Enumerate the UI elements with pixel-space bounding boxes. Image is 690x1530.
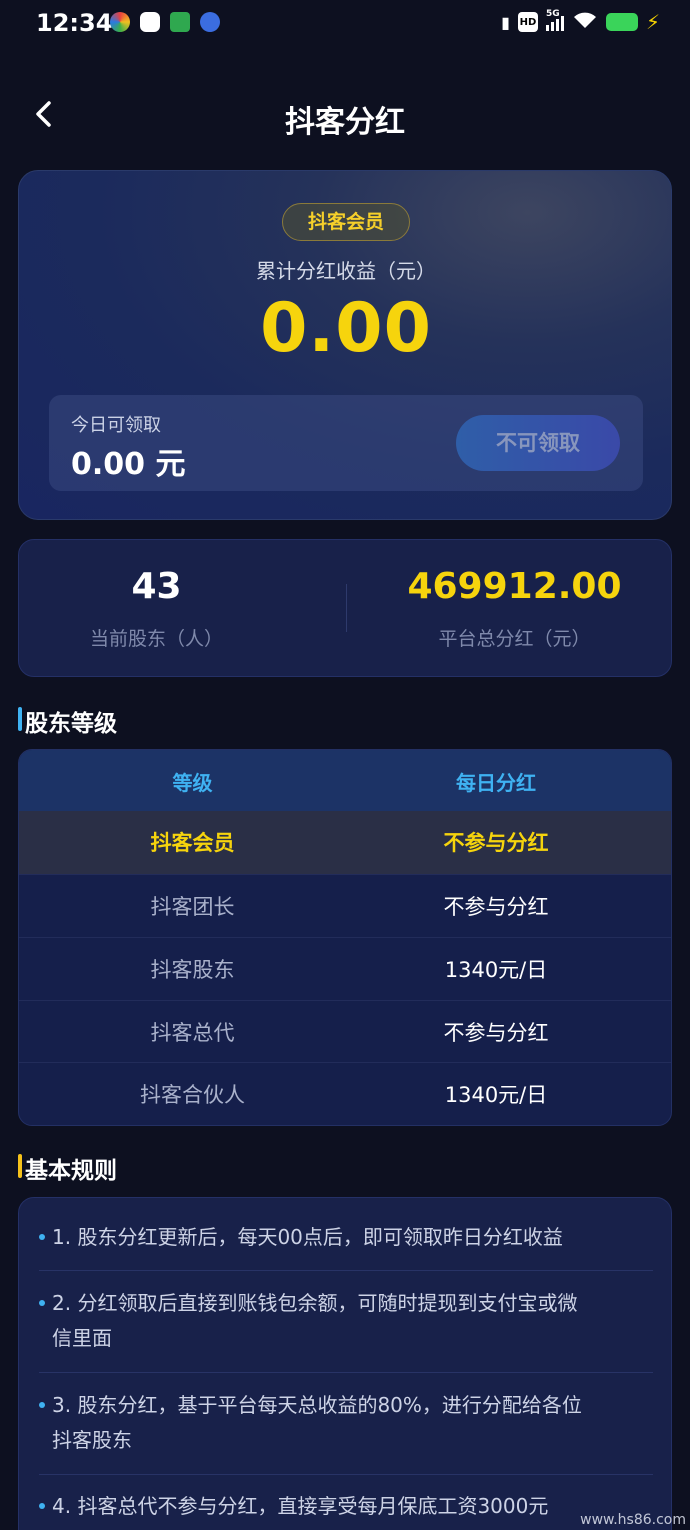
- level-name: 抖客总代: [150, 1021, 235, 1045]
- rule-divider: [39, 1270, 653, 1271]
- rule-text: 2. 分红领取后直接到账钱包余额，可随时提现到支付宝或微: [52, 1291, 578, 1315]
- rule-item: 1. 股东分红更新后，每天00点后，即可领取昨日分红收益: [39, 1220, 653, 1255]
- network-label: 5G: [545, 9, 560, 19]
- total-dividend-value: 469912.00: [407, 566, 622, 607]
- table-row: 抖客总代 不参与分红: [19, 1000, 671, 1063]
- table-row: 抖客合伙人 1340元/日: [19, 1062, 671, 1125]
- column-header-daily-dividend: 每日分红: [456, 771, 536, 795]
- dividend-summary-card: 抖客会员 累计分红收益（元） 0.00 今日可领取 0.00 元 不可领取: [18, 170, 672, 520]
- rule-text: 3. 股东分红，基于平台每天总收益的80%，进行分配给各位: [52, 1393, 582, 1417]
- vibrate-icon: ▮: [501, 12, 510, 32]
- today-claimable-value: 0.00 元: [71, 447, 186, 482]
- section-accent-bar: [18, 1154, 22, 1178]
- hd-icon: HD: [517, 12, 538, 32]
- table-header: 等级 每日分红: [19, 750, 671, 811]
- app-notification-icon: [170, 12, 190, 32]
- rule-item: 3. 股东分红，基于平台每天总收益的80%，进行分配给各位 抖客股东: [39, 1388, 653, 1458]
- rule-divider: [39, 1372, 653, 1373]
- rule-text-continued: 信里面: [52, 1326, 112, 1350]
- daily-dividend: 不参与分红: [443, 895, 549, 919]
- bullet-icon: [39, 1503, 45, 1509]
- total-dividend-label: 平台总分红（元）: [438, 628, 591, 650]
- level-name: 抖客股东: [150, 958, 235, 982]
- daily-dividend: 1340元/日: [444, 958, 548, 982]
- daily-dividend: 不参与分红: [443, 1021, 549, 1045]
- charging-icon: ⚡: [645, 10, 660, 34]
- status-indicators: ▮ HD 5G ⚡: [501, 9, 660, 34]
- status-bar: 12:34 ▮ HD 5G ⚡: [0, 0, 690, 50]
- daily-dividend: 1340元/日: [444, 1083, 548, 1107]
- rules-section-label: 基本规则: [25, 1158, 117, 1184]
- shareholders-stat: 43 当前股东（人）: [19, 540, 346, 678]
- rule-item: 4. 抖客总代不参与分红，直接享受每月保底工资3000元: [39, 1489, 653, 1524]
- platform-stats-card: 43 当前股东（人） 469912.00 平台总分红（元）: [18, 539, 672, 677]
- table-row: 抖客会员 不参与分红: [19, 811, 671, 874]
- level-name: 抖客会员: [150, 831, 235, 855]
- cumulative-dividend-value: 0.00: [260, 289, 432, 368]
- app-notification-icon: [140, 12, 160, 32]
- bullet-icon: [39, 1234, 45, 1240]
- claim-button[interactable]: 不可领取: [456, 415, 620, 471]
- bullet-icon: [39, 1402, 45, 1408]
- total-dividend-stat: 469912.00 平台总分红（元）: [346, 540, 673, 678]
- rules-card: 1. 股东分红更新后，每天00点后，即可领取昨日分红收益 2. 分红领取后直接到…: [18, 1197, 672, 1530]
- member-level-badge: 抖客会员: [282, 203, 410, 241]
- status-time: 12:34: [36, 9, 113, 37]
- rule-item: 2. 分红领取后直接到账钱包余额，可随时提现到支付宝或微 信里面: [39, 1286, 653, 1356]
- app-notification-icon: [110, 12, 130, 32]
- section-accent-bar: [18, 707, 22, 731]
- watermark: www.hs86.com: [580, 1512, 686, 1528]
- level-name: 抖客团长: [150, 895, 235, 919]
- table-row: 抖客团长 不参与分红: [19, 874, 671, 937]
- shareholder-levels-table: 等级 每日分红 抖客会员 不参与分红 抖客团长 不参与分红 抖客股东 1340元…: [18, 749, 672, 1126]
- bullet-icon: [39, 1300, 45, 1306]
- today-claimable-box: 今日可领取 0.00 元 不可领取: [49, 395, 643, 491]
- table-row: 抖客股东 1340元/日: [19, 937, 671, 1000]
- shareholders-label: 当前股东（人）: [89, 628, 223, 650]
- shareholders-count: 43: [131, 566, 182, 607]
- column-header-level: 等级: [172, 771, 213, 795]
- rule-text: 4. 抖客总代不参与分红，直接享受每月保底工资3000元: [52, 1494, 549, 1518]
- wifi-icon: [572, 10, 598, 34]
- rule-divider: [39, 1474, 653, 1475]
- levels-section-label: 股东等级: [25, 711, 117, 737]
- rules-section-title: 基本规则: [18, 1151, 117, 1185]
- rule-text-continued: 抖客股东: [52, 1428, 132, 1452]
- battery-icon: [605, 13, 638, 31]
- rule-text: 1. 股东分红更新后，每天00点后，即可领取昨日分红收益: [52, 1225, 563, 1249]
- signal-icon: 5G: [545, 9, 564, 31]
- today-claimable-label: 今日可领取: [71, 415, 161, 436]
- header: 抖客分红: [0, 80, 690, 150]
- levels-section-title: 股东等级: [18, 704, 117, 738]
- daily-dividend: 不参与分红: [443, 831, 549, 855]
- app-notification-icon: [200, 12, 220, 32]
- page-title: 抖客分红: [285, 105, 405, 140]
- level-name: 抖客合伙人: [140, 1083, 245, 1107]
- cumulative-dividend-label: 累计分红收益（元）: [256, 259, 436, 283]
